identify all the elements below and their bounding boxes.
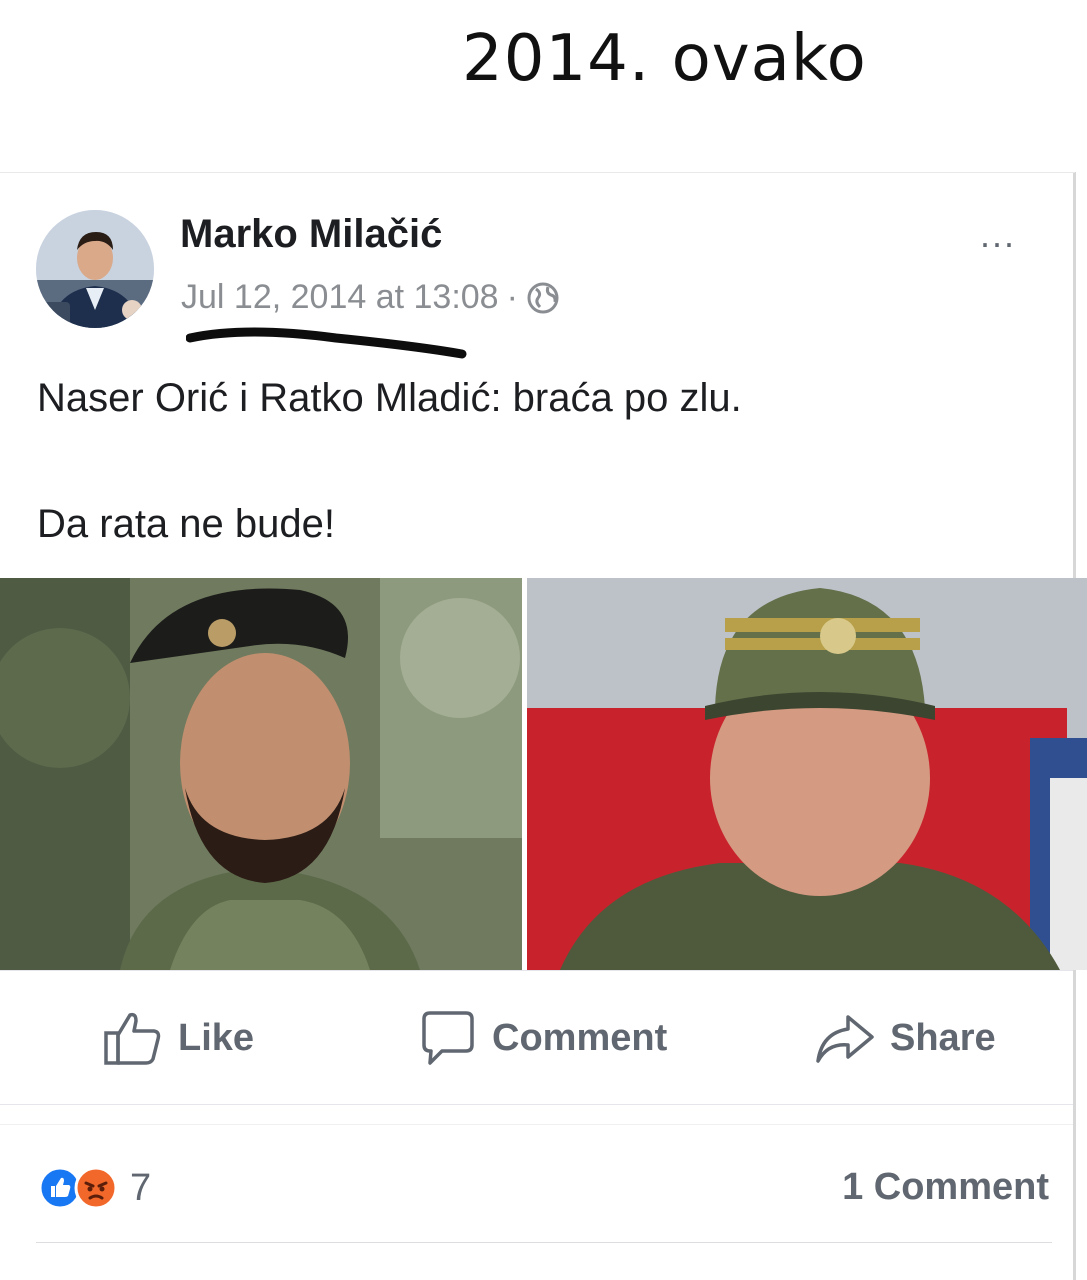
share-label: Share bbox=[890, 1016, 996, 1059]
section-divider bbox=[0, 1124, 1073, 1125]
reaction-count: 7 bbox=[130, 1166, 152, 1209]
angry-icon bbox=[74, 1166, 118, 1210]
like-label: Like bbox=[178, 1016, 255, 1059]
comment-button[interactable]: Comment bbox=[416, 1002, 667, 1074]
photo-bottom-divider bbox=[0, 970, 1073, 971]
handwritten-underline bbox=[186, 327, 467, 359]
footer-divider bbox=[36, 1242, 1052, 1243]
post-timestamp[interactable]: Jul 12, 2014 at 13:08 bbox=[181, 278, 499, 317]
right-photo-general-cap bbox=[527, 578, 1087, 970]
like-button[interactable]: Like bbox=[102, 1002, 254, 1074]
thumbs-up-icon bbox=[104, 1012, 161, 1065]
share-button[interactable]: Share bbox=[814, 1002, 996, 1074]
post-actions: Like Comment Share bbox=[0, 1002, 1087, 1074]
card-top-border bbox=[0, 172, 1075, 173]
more-options-button[interactable]: ... bbox=[980, 214, 1016, 256]
reactions-summary[interactable]: 7 bbox=[38, 1166, 151, 1210]
post-photo[interactable] bbox=[0, 578, 1087, 970]
post-author-name[interactable]: Marko Milačić bbox=[180, 212, 442, 257]
comments-count-link[interactable]: 1 Comment bbox=[842, 1166, 1049, 1209]
share-arrow-icon bbox=[816, 1015, 874, 1063]
comment-label: Comment bbox=[492, 1016, 668, 1059]
avatar[interactable] bbox=[36, 210, 154, 328]
comment-bubble-icon bbox=[422, 1011, 474, 1065]
left-photo-soldier-beret bbox=[0, 578, 522, 970]
meta-separator: · bbox=[506, 278, 518, 316]
post-text-line-2: Da rata ne bude! bbox=[37, 502, 335, 546]
post-text-line-1: Naser Orić i Ratko Mladić: braća po zlu. bbox=[37, 376, 742, 420]
actions-bottom-divider bbox=[0, 1104, 1073, 1105]
globe-icon bbox=[527, 282, 559, 313]
handwritten-caption: 2014. ovako bbox=[462, 22, 867, 96]
post-meta: Jul 12, 2014 at 13:08 · bbox=[181, 278, 560, 317]
